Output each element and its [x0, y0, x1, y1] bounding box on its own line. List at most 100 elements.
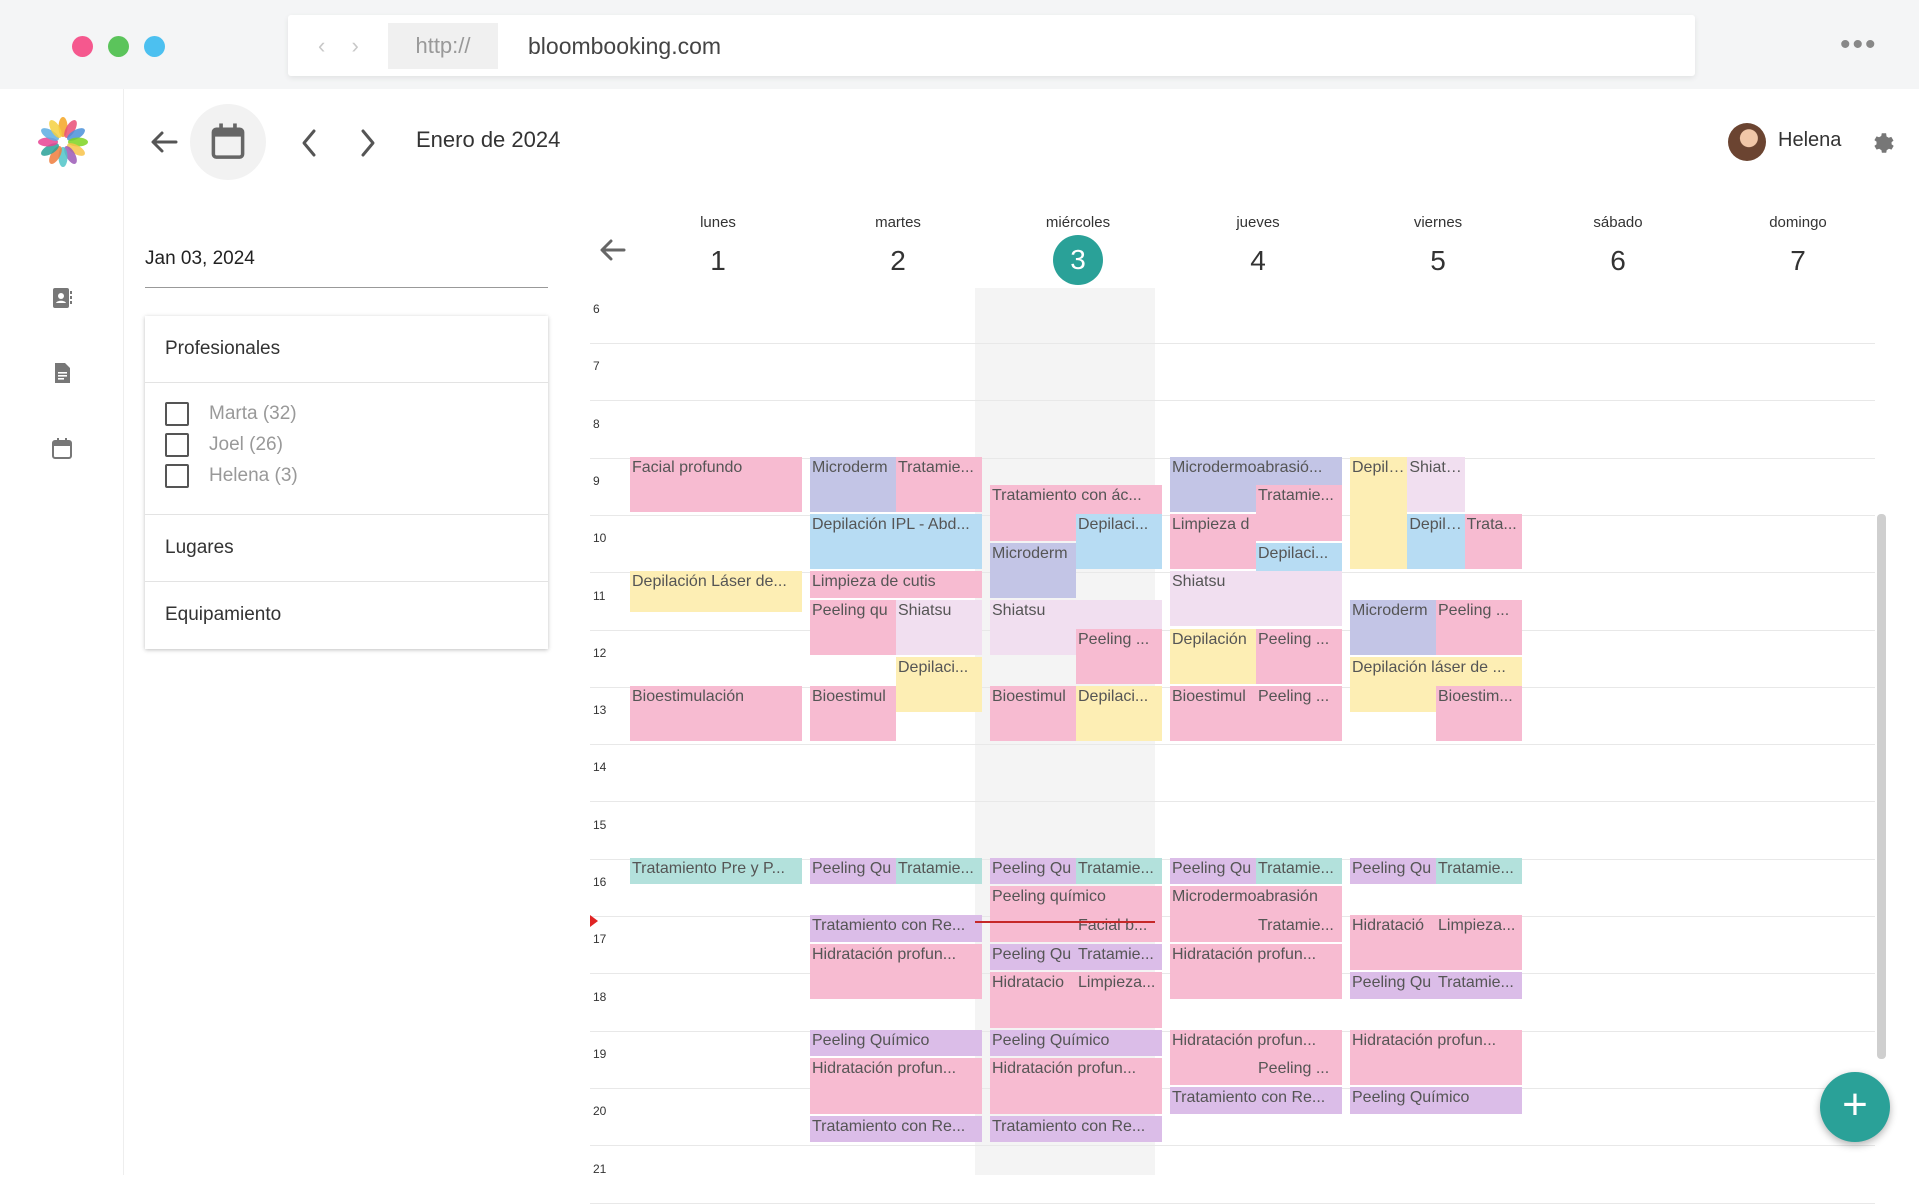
appointment-event[interactable]: Peeling Químico — [1350, 1086, 1522, 1114]
appointment-event[interactable]: Hidratacio — [990, 972, 1076, 1028]
professional-checkbox[interactable] — [165, 433, 189, 457]
appointment-event[interactable]: Peeling Qu — [1170, 857, 1256, 885]
appointment-event[interactable]: Depilaci... — [896, 657, 982, 713]
appointment-event[interactable]: Depilaci... — [1076, 513, 1162, 570]
minimize-window-dot[interactable] — [108, 36, 129, 57]
appointment-event[interactable]: Facial profundo — [630, 456, 802, 512]
appointment-event[interactable]: Depilación Láser de... — [630, 571, 802, 613]
professional-option[interactable]: Joel (26) — [165, 430, 283, 460]
day-header-lunes[interactable]: lunes 1 — [628, 200, 808, 285]
appointment-event[interactable]: Hidratació — [1350, 915, 1436, 971]
next-period-icon[interactable] — [358, 128, 378, 158]
appointment-event[interactable]: Tratamie... — [1076, 857, 1162, 885]
bloom-logo-icon[interactable] — [36, 115, 90, 169]
appointment-event[interactable]: Tratamie... — [1436, 972, 1522, 999]
browser-nav-arrows-icon[interactable]: ‹ › — [318, 33, 369, 59]
appointment-event[interactable]: Depilación — [1170, 628, 1256, 684]
appointment-event[interactable]: Peeling Qu — [810, 857, 896, 885]
day-header-domingo[interactable]: domingo 7 — [1708, 200, 1888, 285]
address-bar[interactable]: ‹ › http:// bloombooking.com — [288, 15, 1695, 76]
appointment-event[interactable]: Peeling Qu — [990, 943, 1076, 971]
appointment-event[interactable]: Peeling ... — [1256, 1058, 1342, 1085]
appointment-event[interactable]: Limpieza d — [1170, 513, 1256, 570]
date-input[interactable]: Jan 03, 2024 — [145, 248, 548, 288]
appointment-event[interactable]: Hidratación profun... — [810, 1058, 982, 1114]
calendar-view-button[interactable] — [190, 104, 266, 180]
appointment-event[interactable]: Microderm — [1350, 599, 1436, 656]
appointment-event[interactable]: Bioestimul — [990, 685, 1076, 742]
day-number[interactable]: 7 — [1708, 237, 1888, 285]
appointment-event[interactable]: Tratamie... — [1436, 857, 1522, 885]
day-number[interactable]: 5 — [1348, 237, 1528, 285]
day-header-sábado[interactable]: sábado 6 — [1528, 200, 1708, 285]
contacts-icon[interactable] — [50, 286, 74, 310]
day-header-miércoles[interactable]: miércoles 3 — [988, 200, 1168, 285]
appointment-event[interactable]: Peeling Qu — [1350, 857, 1436, 885]
appointment-event[interactable]: Peeling ... — [1076, 628, 1162, 684]
appointment-event[interactable]: Tratamiento con Re... — [810, 1115, 982, 1143]
appointment-event[interactable]: Shiatsu — [896, 599, 982, 656]
professional-checkbox[interactable] — [165, 464, 189, 488]
appointment-event[interactable]: Limpieza... — [1436, 915, 1522, 971]
calendar-nav-icon[interactable] — [50, 437, 74, 461]
day-number[interactable]: 4 — [1168, 237, 1348, 285]
appointment-event[interactable]: Bioestimul — [1170, 685, 1256, 742]
appointment-event[interactable]: Tratamiento con Re... — [810, 915, 982, 942]
appointment-event[interactable]: Microderm — [810, 456, 896, 512]
appointment-event[interactable]: Limpieza... — [1076, 972, 1162, 1028]
more-options-icon[interactable]: ••• — [1840, 28, 1878, 62]
appointment-event[interactable]: Hidratación profun... — [1170, 943, 1342, 999]
day-number[interactable]: 1 — [628, 237, 808, 285]
today-date-number[interactable]: 3 — [1053, 235, 1103, 285]
previous-period-icon[interactable] — [299, 128, 319, 158]
appointment-event[interactable]: Peeling Químico — [990, 1029, 1162, 1057]
professionals-title[interactable]: Profesionales — [165, 338, 280, 360]
appointment-event[interactable]: Shiatsu — [1407, 456, 1465, 512]
appointment-event[interactable]: Bioestim... — [1436, 685, 1522, 742]
appointment-event[interactable]: Depilac — [1407, 513, 1465, 570]
professional-option[interactable]: Marta (32) — [165, 399, 297, 429]
appointment-event[interactable]: Peeling Qu — [990, 857, 1076, 885]
appointment-event[interactable]: Shiatsu — [1170, 571, 1342, 627]
appointment-event[interactable]: Tratamie... — [1256, 915, 1342, 942]
appointment-event[interactable]: Tratamiento Pre y P... — [630, 857, 802, 885]
appointment-event[interactable]: Bioestimul — [810, 685, 896, 742]
appointment-event[interactable]: Hidratación profun... — [1350, 1029, 1522, 1085]
day-header-jueves[interactable]: jueves 4 — [1168, 200, 1348, 285]
appointment-event[interactable]: Tratamie... — [1256, 485, 1342, 541]
professional-option[interactable]: Helena (3) — [165, 461, 298, 491]
day-number[interactable]: 6 — [1528, 237, 1708, 285]
appointment-event[interactable]: Peeling ... — [1256, 628, 1342, 684]
appointment-event[interactable]: Hidratación profun... — [810, 943, 982, 999]
collapse-arrow-icon[interactable] — [598, 236, 628, 264]
appointment-event[interactable]: Facial b... — [1076, 915, 1162, 942]
day-header-viernes[interactable]: viernes 5 — [1348, 200, 1528, 285]
appointment-event[interactable]: Limpieza de cutis — [810, 571, 982, 598]
appointment-event[interactable]: Hidratación profun... — [990, 1058, 1162, 1114]
appointment-event[interactable]: Tratamie... — [896, 456, 982, 512]
appointment-event[interactable]: Tratamiento con Re... — [1170, 1086, 1342, 1114]
appointment-event[interactable]: Microderm — [990, 542, 1076, 598]
appointment-event[interactable]: Peeling ... — [1436, 599, 1522, 656]
user-avatar[interactable] — [1728, 123, 1766, 161]
url-domain[interactable]: bloombooking.com — [528, 23, 721, 69]
professional-checkbox[interactable] — [165, 402, 189, 426]
appointment-event[interactable]: Tratamie... — [896, 857, 982, 885]
appointment-event[interactable]: Peeling Qu — [1350, 972, 1436, 999]
appointment-event[interactable]: Tratamie... — [1076, 943, 1162, 971]
add-appointment-button[interactable]: + — [1820, 1072, 1890, 1142]
places-section[interactable]: Lugares — [145, 515, 548, 582]
appointment-event[interactable]: Tratamiento con Re... — [990, 1115, 1162, 1143]
appointment-event[interactable]: Depilaci... — [1076, 685, 1162, 742]
user-name[interactable]: Helena — [1778, 129, 1841, 152]
maximize-window-dot[interactable] — [144, 36, 165, 57]
settings-gear-icon[interactable] — [1869, 130, 1895, 156]
calendar-scrollbar[interactable] — [1877, 514, 1886, 1059]
appointment-event[interactable]: Depilac — [1350, 456, 1408, 570]
appointment-event[interactable]: Trata... — [1464, 513, 1522, 570]
document-icon[interactable] — [50, 361, 74, 385]
appointment-event[interactable]: Peeling qu — [810, 599, 896, 656]
appointment-event[interactable]: Peeling Químico — [810, 1029, 982, 1057]
close-window-dot[interactable] — [72, 36, 93, 57]
day-header-martes[interactable]: martes 2 — [808, 200, 988, 285]
